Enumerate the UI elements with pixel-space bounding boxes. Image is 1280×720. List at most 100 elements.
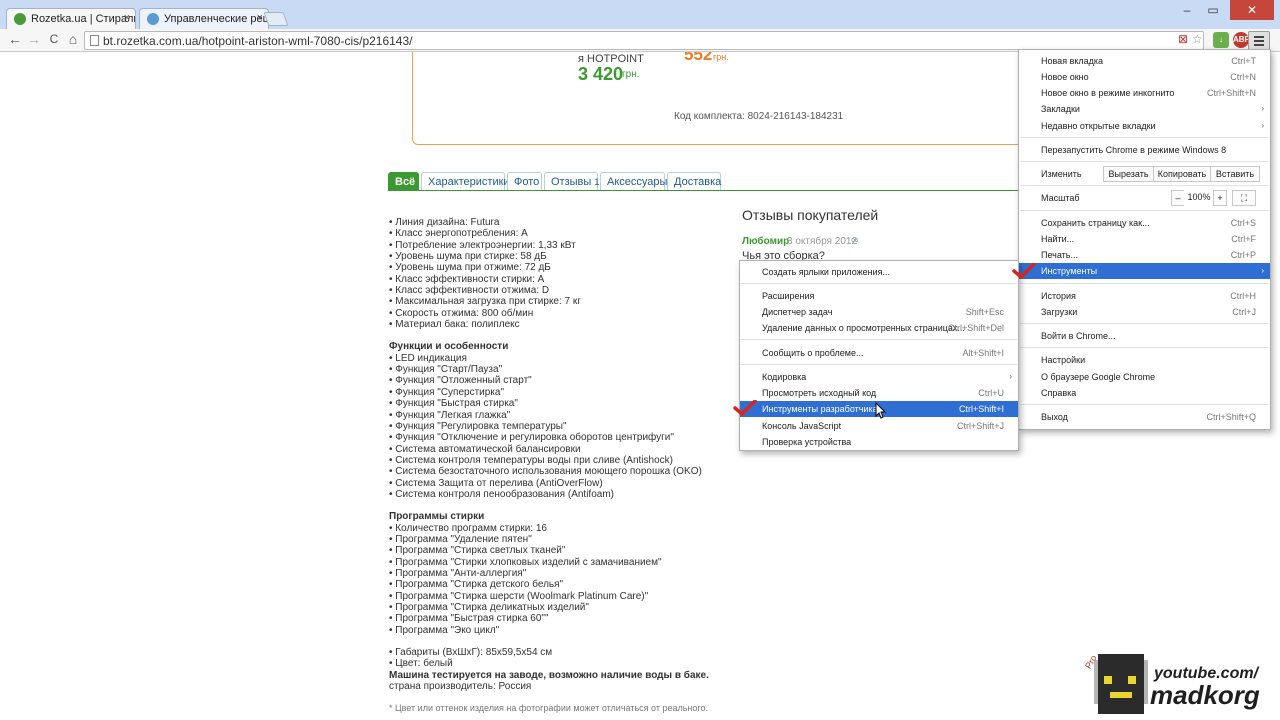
- menu-separator: [741, 339, 1017, 340]
- zoom-in-button[interactable]: +: [1213, 190, 1227, 206]
- spec-group-main: • Линия дизайна: Futura • Класс энергопо…: [389, 217, 719, 330]
- page-favicon-icon: [147, 13, 159, 25]
- menu-item-clear-data[interactable]: Удаление данных о просмотренных страница…: [740, 320, 1018, 336]
- maximize-button[interactable]: ▭: [1200, 0, 1226, 20]
- menu-item-encoding[interactable]: Кодировка ›: [740, 369, 1018, 385]
- program-item: • Программа "Стирка шерсти (Woolmark Pla…: [389, 590, 649, 602]
- tools-submenu: Создать ярлыки приложения... Расширения …: [739, 260, 1019, 451]
- submenu-arrow-icon: ›: [1261, 121, 1264, 130]
- kit-price-secondary: 552: [684, 52, 713, 64]
- tab-reviews[interactable]: Отзывы 1: [544, 172, 599, 191]
- download-extension-icon[interactable]: ↓: [1213, 32, 1229, 48]
- menu-item-js-console[interactable]: Консоль JavaScript Ctrl+Shift+J: [740, 418, 1018, 434]
- feature-item: • Система автоматической балансировки: [389, 443, 581, 455]
- tab-title: Управленческие решени: [164, 13, 268, 25]
- feature-item: • Система безостаточного использования м…: [389, 466, 702, 478]
- spec-item: • Класс эффективности отжима: D: [389, 285, 550, 297]
- close-tab-icon[interactable]: ×: [257, 12, 263, 24]
- tab-title: Rozetka.ua | Стиральная: [31, 13, 135, 25]
- menu-item-downloads[interactable]: Загрузки Ctrl+J: [1019, 304, 1270, 320]
- menu-separator: [741, 283, 1017, 284]
- menu-item-about[interactable]: О браузере Google Chrome: [1019, 369, 1270, 385]
- menu-item-help[interactable]: Справка: [1019, 385, 1270, 401]
- paste-button[interactable]: Вставить: [1210, 166, 1260, 182]
- chrome-menu-button[interactable]: [1248, 31, 1270, 50]
- copy-button[interactable]: Копировать: [1153, 166, 1211, 182]
- menu-item-view-source[interactable]: Просмотреть исходный код Ctrl+U: [740, 385, 1018, 401]
- star-icon[interactable]: ☆: [1192, 32, 1203, 46]
- tab-all[interactable]: Всё: [388, 172, 419, 191]
- chrome-main-menu: Новая вкладка Ctrl+T Новое окно Ctrl+N Нов…: [1018, 49, 1271, 430]
- tab-characteristics[interactable]: Характеристики: [421, 172, 510, 191]
- address-bar[interactable]: bt.rozetka.com.ua/hotpoint-ariston-wml-7…: [84, 31, 1204, 50]
- menu-item-new-window[interactable]: Новое окно Ctrl+N: [1019, 69, 1270, 85]
- tab-management[interactable]: Управленческие решени ×: [139, 8, 269, 29]
- zoom-level: 100%: [1184, 190, 1214, 206]
- tab-strip: Rozetka.ua | Стиральная × Управленческие…: [0, 0, 1280, 29]
- menu-separator: [1020, 137, 1269, 138]
- tab-rozetka[interactable]: Rozetka.ua | Стиральная ×: [6, 8, 136, 29]
- color-spec: • Цвет: белый: [389, 658, 453, 670]
- address-url: bt.rozetka.com.ua/hotpoint-ariston-wml-7…: [103, 34, 413, 48]
- blocked-icon[interactable]: ⊠: [1178, 32, 1188, 46]
- menu-separator: [1020, 323, 1269, 324]
- menu-item-exit[interactable]: Выход Ctrl+Shift+Q: [1019, 409, 1270, 425]
- zoom-out-button[interactable]: –: [1171, 190, 1185, 206]
- menu-item-task-manager[interactable]: Диспетчер задач Shift+Esc: [740, 304, 1018, 320]
- forward-button[interactable]: →: [24, 31, 44, 47]
- spec-item: • Скорость отжима: 800 об/мин: [389, 307, 534, 319]
- spec-list: • Линия дизайна: Futura • Класс энергопо…: [389, 217, 719, 715]
- feature-item: • Функция "Отключение и регулировка обор…: [389, 432, 674, 444]
- kit-currency: грн.: [622, 69, 640, 80]
- menu-item-incognito[interactable]: Новое окно в режиме инкогнито Ctrl+Shift+…: [1019, 85, 1270, 101]
- new-tab-button[interactable]: [263, 12, 289, 26]
- home-button[interactable]: ⌂: [63, 31, 83, 47]
- menu-separator: [1020, 404, 1269, 405]
- features-heading: Функции и особенности: [389, 341, 509, 353]
- menu-item-inspect-devices[interactable]: Проверка устройства: [740, 434, 1018, 450]
- tab-reviews-label: Отзывы: [551, 176, 592, 188]
- menu-item-tools[interactable]: Инструменты ›: [1019, 263, 1270, 279]
- cut-button[interactable]: Вырезать: [1103, 166, 1154, 182]
- fullscreen-button[interactable]: ⛶: [1232, 190, 1256, 206]
- tabs-underline: [388, 190, 1020, 191]
- menu-item-extensions[interactable]: Расширения: [740, 288, 1018, 304]
- rozetka-favicon-icon: [14, 13, 26, 25]
- program-item: • Программа "Стирка деликатных изделий": [389, 602, 589, 613]
- menu-item-create-shortcuts[interactable]: Создать ярлыки приложения...: [740, 264, 1018, 280]
- menu-item-find[interactable]: Найти... Ctrl+F: [1019, 231, 1270, 247]
- spec-item: • Материал бака: полиплекс: [389, 319, 520, 331]
- dimensions: • Габариты (ВхШхГ): 85x59,5x54 см: [389, 647, 553, 659]
- review-date: 3 октября 2012: [787, 236, 857, 247]
- close-window-button[interactable]: ✕: [1230, 0, 1274, 20]
- reload-button[interactable]: C: [44, 32, 64, 46]
- feature-item: • Система контроля пенообразования (Anti…: [389, 488, 614, 500]
- menu-item-recent-tabs[interactable]: Недавно открытые вкладки ›: [1019, 118, 1270, 134]
- tab-photo[interactable]: Фото: [507, 172, 542, 191]
- menu-item-print[interactable]: Печать... Ctrl+P: [1019, 247, 1270, 263]
- tab-delivery[interactable]: Доставка: [667, 172, 721, 191]
- spec-item: • Линия дизайна: Futura: [389, 217, 500, 228]
- menu-item-relaunch-win8[interactable]: Перезапустить Chrome в режиме Windows 8: [1019, 142, 1270, 158]
- pixel-robot-icon: Pro youtube.com/ madkorg: [1083, 653, 1260, 714]
- feature-item: • Функция "Старт/Пауза": [389, 364, 503, 376]
- kit-currency-secondary: грн.: [713, 52, 729, 62]
- checkmark-icon: [733, 400, 757, 416]
- menu-item-sign-in[interactable]: Войти в Chrome...: [1019, 328, 1270, 344]
- back-button[interactable]: ←: [5, 31, 25, 47]
- menu-item-save-page[interactable]: Сохранить страницу как... Ctrl+S: [1019, 215, 1270, 231]
- menu-item-report-issue[interactable]: Сообщить о проблеме... Alt+Shift+I: [740, 345, 1018, 361]
- review-link-icon[interactable]: ∞: [851, 235, 858, 246]
- minimize-button[interactable]: –: [1174, 0, 1200, 20]
- factory-test-note: Машина тестируется на заводе, возможно н…: [389, 669, 709, 681]
- tab-accessories[interactable]: Аксессуары: [600, 172, 667, 191]
- menu-item-new-tab[interactable]: Новая вкладка Ctrl+T: [1019, 53, 1270, 69]
- menu-item-bookmarks[interactable]: Закладки ›: [1019, 101, 1270, 117]
- close-tab-icon[interactable]: ×: [124, 12, 130, 24]
- review-author[interactable]: Любомир: [742, 236, 789, 247]
- kit-box: [412, 52, 1032, 145]
- menu-item-history[interactable]: История Ctrl+H: [1019, 288, 1270, 304]
- menu-item-settings[interactable]: Настройки: [1019, 352, 1270, 368]
- feature-item: • Функция "Регулировка температуры": [389, 420, 567, 432]
- adblock-icon[interactable]: ABP: [1233, 32, 1250, 48]
